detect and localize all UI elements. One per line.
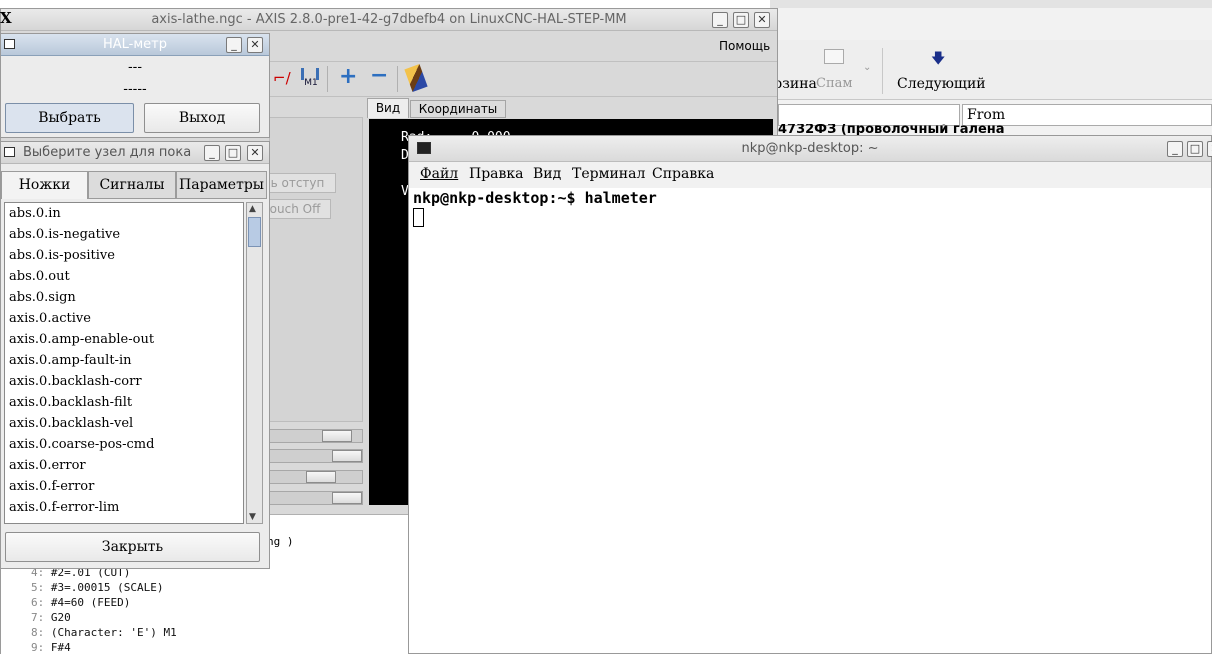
set-offset-button[interactable]: ь отступ xyxy=(259,173,336,193)
toggle-skip-icon[interactable]: ⌐/ xyxy=(273,69,291,87)
tab-pins[interactable]: Ножки xyxy=(1,171,88,199)
close-button[interactable]: ✕ xyxy=(1207,141,1212,157)
gcode-line: 8: (Character: 'E') M1 xyxy=(31,626,177,639)
list-item[interactable]: abs.0.out xyxy=(5,266,243,287)
tab-signals[interactable]: Сигналы xyxy=(88,171,176,199)
mail-titlebar xyxy=(770,0,1212,8)
list-item[interactable]: axis.0.active xyxy=(5,308,243,329)
list-item[interactable]: axis.0.backlash-filt xyxy=(5,392,243,413)
terminal-title: nkp@nkp-desktop: ~ xyxy=(741,141,879,156)
axis-app-icon: X xyxy=(0,9,12,27)
close-button[interactable]: ✕ xyxy=(247,145,263,161)
spindle-override-slider[interactable] xyxy=(269,449,363,463)
list-scrollbar[interactable]: ▲ ▼ xyxy=(246,202,263,524)
separator xyxy=(882,48,883,94)
menu-file[interactable]: Файл xyxy=(420,166,458,182)
gcode-line: 9: F#4 xyxy=(31,641,71,654)
gcode-line-partial: ng ) xyxy=(267,535,294,548)
manual-control-panel xyxy=(269,117,363,422)
spam-icon xyxy=(824,49,844,64)
maximize-button[interactable]: □ xyxy=(733,12,749,28)
close-button[interactable]: ✕ xyxy=(247,37,263,53)
minimize-button[interactable]: _ xyxy=(712,12,728,28)
minimize-button[interactable]: _ xyxy=(204,145,220,161)
close-picker-button[interactable]: Закрыть xyxy=(5,532,260,562)
menu-edit[interactable]: Правка xyxy=(469,166,524,182)
optional-stop-bars xyxy=(301,68,319,80)
jog-speed-slider[interactable] xyxy=(269,470,363,484)
mail-toolbar: Корзина Спам ⌄ 🡇 Следующий xyxy=(770,40,1212,100)
list-item[interactable]: axis.0.amp-enable-out xyxy=(5,329,243,350)
list-item[interactable]: axis.0.coarse-pos-cmd xyxy=(5,434,243,455)
chevron-down-icon[interactable]: ▼ xyxy=(249,512,256,522)
terminal-menubar: Файл Правка Вид Терминал Справка xyxy=(409,162,1211,188)
menu-terminal[interactable]: Терминал xyxy=(572,166,645,182)
chevron-down-icon[interactable]: ⌄ xyxy=(863,62,871,73)
maximize-button[interactable]: □ xyxy=(225,145,241,161)
list-item[interactable]: abs.0.is-positive xyxy=(5,245,243,266)
pin-list[interactable]: abs.0.in abs.0.is-negative abs.0.is-posi… xyxy=(4,202,244,524)
halmeter-value: --- xyxy=(127,60,143,75)
halmeter-value-secondary: ----- xyxy=(123,82,147,97)
help-menu[interactable]: Помощь xyxy=(719,39,770,53)
separator xyxy=(397,66,398,92)
list-item[interactable]: abs.0.sign xyxy=(5,287,243,308)
terminal-cursor xyxy=(413,208,424,227)
tab-parameters[interactable]: Параметры xyxy=(176,171,267,199)
spam-button-label[interactable]: Спам xyxy=(816,76,852,91)
terminal-window: nkp@nkp-desktop: ~ _ □ ✕ Файл Правка Вид… xyxy=(408,135,1212,654)
feed-override-slider[interactable] xyxy=(269,429,363,443)
terminal-screen[interactable]: nkp@nkp-desktop:~$ halmeter xyxy=(409,188,1211,653)
terminal-prompt-line: nkp@nkp-desktop:~$ halmeter xyxy=(413,189,657,207)
list-item[interactable]: axis.0.f-error xyxy=(5,476,243,497)
axis-titlebar: axis-lathe.ngc - AXIS 2.8.0-pre1-42-g7db… xyxy=(1,9,777,31)
halmeter-window: HAL-метр _ ✕ --- ----- Выбрать Выход xyxy=(0,33,270,138)
column-header-from[interactable]: From xyxy=(962,104,1212,126)
halmeter-titlebar: HAL-метр _ ✕ xyxy=(1,34,269,56)
pin-picker-window: Выберите узел для пока _ □ ✕ Ножки Сигна… xyxy=(0,141,270,569)
gcode-line: 5: #3=.00015 (SCALE) xyxy=(31,581,164,594)
chevron-up-icon[interactable]: ▲ xyxy=(249,204,256,214)
tab-dro[interactable]: Координаты xyxy=(410,100,506,118)
clear-plot-icon[interactable] xyxy=(404,63,428,93)
tab-preview[interactable]: Вид xyxy=(367,98,409,118)
select-button[interactable]: Выбрать xyxy=(5,103,134,133)
separator xyxy=(327,66,328,92)
zoom-out-icon[interactable]: − xyxy=(370,63,388,88)
max-velocity-slider[interactable] xyxy=(269,491,363,505)
axis-toolbar: ⌐/ M1 + − xyxy=(269,61,777,97)
picker-titlebar: Выберите узел для пока _ □ ✕ xyxy=(1,142,269,164)
terminal-titlebar: nkp@nkp-desktop: ~ _ □ ✕ xyxy=(409,136,1212,162)
menu-view[interactable]: Вид xyxy=(533,166,561,182)
scrollbar-thumb[interactable] xyxy=(248,217,261,247)
picker-title: Выберите узел для пока xyxy=(23,145,192,160)
column-header-subject[interactable] xyxy=(778,104,960,126)
minimize-button[interactable]: _ xyxy=(226,37,242,53)
axis-window-title: axis-lathe.ngc - AXIS 2.8.0-pre1-42-g7db… xyxy=(151,12,627,27)
list-item[interactable]: axis.0.error xyxy=(5,455,243,476)
menu-help[interactable]: Справка xyxy=(652,166,714,182)
list-item[interactable]: axis.0.f-error-lim xyxy=(5,497,243,518)
minimize-button[interactable]: _ xyxy=(1167,141,1183,157)
close-button[interactable]: ✕ xyxy=(754,12,770,28)
list-item[interactable]: axis.0.backlash-vel xyxy=(5,413,243,434)
list-item[interactable]: abs.0.in xyxy=(5,203,243,224)
window-menu-icon[interactable] xyxy=(4,147,15,157)
next-button-label[interactable]: Следующий xyxy=(897,76,986,92)
list-item[interactable]: abs.0.is-negative xyxy=(5,224,243,245)
exit-button[interactable]: Выход xyxy=(144,103,260,133)
gcode-line: 6: #4=60 (FEED) xyxy=(31,596,131,609)
list-item[interactable]: axis.0.amp-fault-in xyxy=(5,350,243,371)
gcode-line: 7: G20 xyxy=(31,611,71,624)
zoom-in-icon[interactable]: + xyxy=(339,64,357,89)
list-item[interactable]: axis.0.backlash-corr xyxy=(5,371,243,392)
maximize-button[interactable]: □ xyxy=(1187,141,1203,157)
arrow-down-icon: 🡇 xyxy=(931,51,946,67)
